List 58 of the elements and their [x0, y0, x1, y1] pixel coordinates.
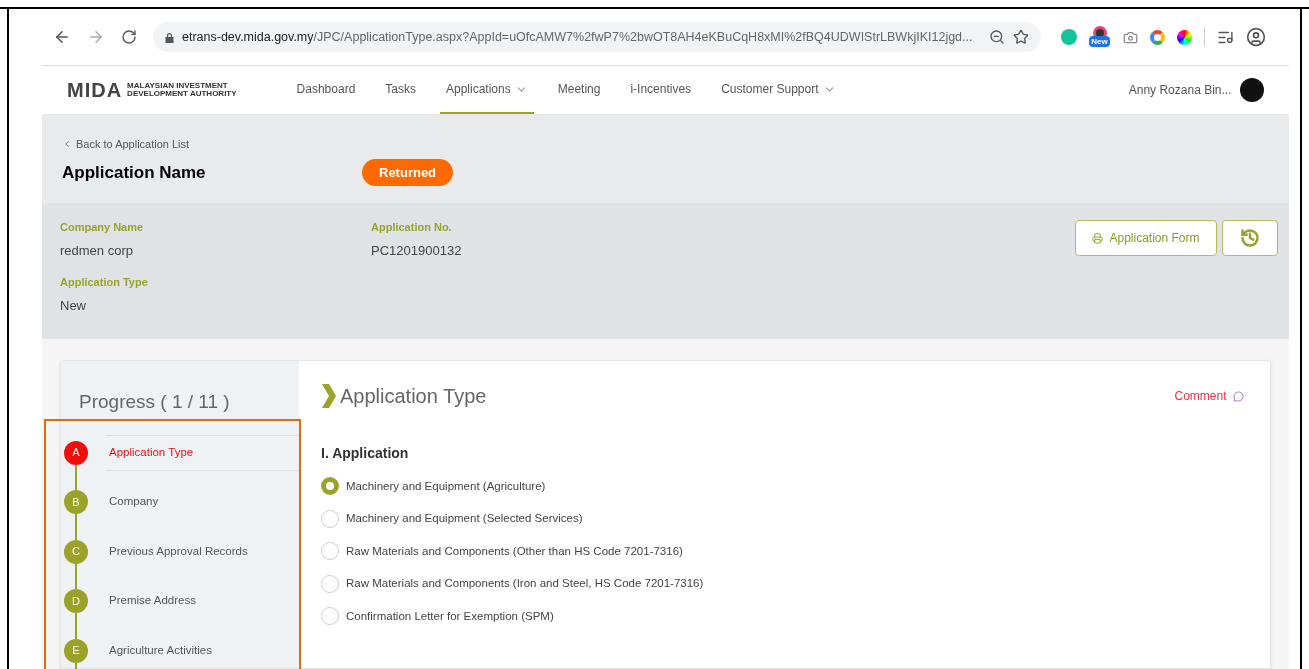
radio-button[interactable] [321, 574, 339, 593]
color-wheel-icon[interactable] [1176, 29, 1192, 45]
subsection-heading: I. Application [321, 444, 410, 463]
history-button[interactable] [1221, 220, 1278, 256]
field-label: Company Name [60, 220, 145, 235]
address-bar[interactable]: etrans-dev.mida.gov.my/JPC/ApplicationType.aspx?AppId=uOfcAMW7%2fwP7%2bwOT8AH4eKBuCqH8xMI%2fBQ4UDWIStrLBWkjIKI12jgd... [153, 22, 1041, 52]
nav-item[interactable]: Tasks [379, 66, 422, 114]
radio-button[interactable] [321, 542, 339, 561]
nav-item[interactable]: Meeting [551, 66, 607, 114]
field-value: PC1201900132 [371, 241, 463, 260]
zoom-icon[interactable] [988, 29, 1005, 45]
printer-icon [1092, 232, 1104, 244]
radio-button[interactable] [321, 509, 339, 528]
step-item[interactable]: Agriculture Activities [106, 632, 299, 669]
nav-item[interactable]: i-Incentives [624, 66, 698, 114]
nav-item[interactable]: Customer Support [715, 66, 842, 114]
bookmark-icon[interactable] [1012, 29, 1029, 45]
step-marker: B [64, 490, 88, 514]
field-label: Application No. [371, 220, 453, 235]
nav-item[interactable]: Dashboard [290, 66, 362, 114]
radio-option[interactable]: Raw Materials and Components (Iron and Steel, HS Code 7201-7316) [321, 567, 1248, 600]
back-icon[interactable] [53, 28, 71, 46]
field-label: Application Type [60, 275, 149, 290]
status-badge: Returned [362, 158, 454, 186]
back-link[interactable]: Back to Application List [62, 136, 1269, 153]
lock-icon [165, 31, 174, 43]
section-title: Application Type [340, 384, 487, 409]
step-marker: D [64, 589, 88, 613]
radio-option[interactable]: Confirmation Letter for Exemption (SPM) [321, 600, 1248, 633]
radio-option[interactable]: Machinery and Equipment (Selected Services) [321, 502, 1248, 535]
step-item[interactable]: Company [106, 484, 299, 520]
avatar[interactable] [1239, 78, 1264, 102]
radio-option[interactable]: Raw Materials and Components (Other than HS Code 7201-7316) [321, 535, 1248, 568]
field-value: redmen corp [60, 241, 134, 260]
comment-link[interactable]: Comment [1174, 387, 1244, 405]
step-item[interactable]: Premise Address [106, 583, 299, 619]
camera-icon[interactable] [1122, 29, 1138, 45]
forward-icon[interactable] [87, 28, 105, 46]
chevron-icon [321, 384, 336, 408]
speech-bubble-icon [1232, 390, 1244, 402]
radio-button[interactable] [321, 607, 339, 626]
step-marker: C [64, 539, 88, 564]
user-name[interactable]: Anny Rozana Bin... [1128, 81, 1232, 99]
field-value: New [60, 296, 87, 315]
step-item[interactable]: Application Type [106, 434, 299, 471]
page-title: Application Name [62, 161, 207, 184]
radio-option[interactable]: Machinery and Equipment (Agriculture) [321, 470, 1248, 503]
progress-title: Progress ( 1 / 11 ) [79, 390, 231, 414]
step-item[interactable]: Previous Approval Records [106, 533, 299, 570]
new-badge: New [1089, 36, 1110, 47]
profile-icon[interactable] [1245, 27, 1266, 47]
radio-button[interactable] [321, 477, 339, 496]
step-marker: A [64, 440, 88, 465]
chevron-icon [62, 139, 72, 150]
url-text: etrans-dev.mida.gov.my/JPC/ApplicationType.aspx?AppId=uOfcAMW7%2fwP7%2bwOT8AH4eKBuCqH8xMI%2fBQ4UDWIStrLBWkjIKI12jgd... [182, 28, 973, 46]
reload-icon[interactable] [121, 29, 137, 45]
history-icon [1239, 228, 1260, 248]
step-marker: E [64, 638, 88, 663]
